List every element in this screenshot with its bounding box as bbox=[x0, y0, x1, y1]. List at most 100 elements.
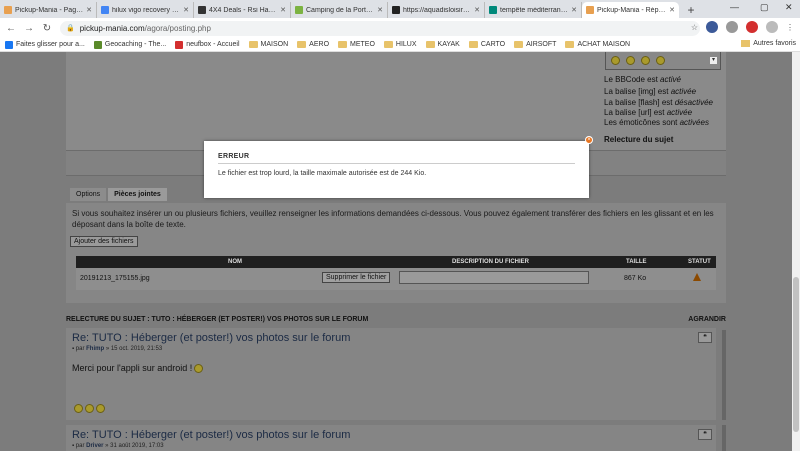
add-files-button[interactable]: Ajouter des fichiers bbox=[70, 236, 138, 247]
scrollbar[interactable] bbox=[792, 52, 800, 451]
flash-status: La balise [flash] est désactivée bbox=[604, 98, 713, 107]
menu-icon[interactable]: ⋮ bbox=[786, 23, 794, 32]
col-size: TAILLE bbox=[626, 259, 647, 265]
url-input[interactable]: 🔒 pickup-mania.com/agora/posting.php bbox=[60, 20, 700, 36]
smiley-icon[interactable] bbox=[611, 56, 620, 65]
browser-tab[interactable]: Pickup-Mania - Page d ✕ bbox=[0, 2, 97, 18]
bookmark-folder[interactable]: METEO bbox=[338, 41, 375, 48]
close-window-icon[interactable]: ✕ bbox=[785, 2, 793, 13]
post-scrollbar[interactable] bbox=[722, 330, 726, 420]
post-author[interactable]: Driver bbox=[86, 443, 103, 449]
close-tab-icon[interactable]: ✕ bbox=[377, 6, 383, 14]
attachments-panel: Si vous souhaitez insérer un ou plusieur… bbox=[66, 203, 726, 303]
dialog-title: ERREUR bbox=[218, 153, 250, 160]
neufbox-icon bbox=[175, 40, 184, 49]
review-topic-link[interactable]: Relecture du sujet bbox=[604, 135, 673, 144]
attachments-intro: Si vous souhaitez insérer un ou plusieur… bbox=[72, 209, 714, 229]
browser-tab[interactable]: https://aquadisloisirs.s ✕ bbox=[388, 2, 485, 18]
forward-icon[interactable]: → bbox=[22, 23, 36, 34]
close-tab-icon[interactable]: ✕ bbox=[474, 6, 480, 14]
extension-icon[interactable] bbox=[706, 21, 718, 33]
file-name: 20191213_175155.jpg bbox=[80, 275, 150, 282]
post-meta: ▪ par Driver » 31 août 2019, 17:03 bbox=[72, 443, 164, 449]
bookmark-folder[interactable]: CARTO bbox=[468, 41, 505, 48]
folder-icon bbox=[741, 40, 751, 47]
bookmark-folder[interactable]: HILUX bbox=[383, 41, 417, 48]
files-table-header: NOM DESCRIPTION DU FICHIER TAILLE STATUT bbox=[76, 256, 716, 268]
post-author[interactable]: Fhimp bbox=[86, 346, 104, 352]
post-title[interactable]: Re: TUTO : Héberger (et poster!) vos pho… bbox=[72, 332, 350, 344]
star-icon[interactable]: ☆ bbox=[691, 23, 698, 32]
smiley-icon[interactable] bbox=[626, 56, 635, 65]
bookmark[interactable]: neufbox - Accueil bbox=[175, 40, 240, 49]
close-tab-icon[interactable]: ✕ bbox=[183, 6, 189, 14]
close-tab-icon[interactable]: ✕ bbox=[669, 6, 675, 14]
scrollbar-thumb[interactable] bbox=[793, 277, 799, 432]
smiley-icon[interactable] bbox=[641, 56, 650, 65]
close-tab-icon[interactable]: ✕ bbox=[86, 6, 92, 14]
other-bookmarks[interactable]: Autres favoris bbox=[741, 40, 796, 47]
file-description-input[interactable] bbox=[399, 271, 589, 284]
extension-icon[interactable] bbox=[726, 21, 738, 33]
smiley-box: ▾ bbox=[605, 52, 721, 70]
close-icon[interactable]: × bbox=[585, 136, 593, 144]
dialog-divider bbox=[218, 163, 575, 164]
emoticons-status: Les émoticônes sont activées bbox=[604, 118, 709, 127]
folder-icon bbox=[425, 41, 435, 48]
smiley-icon bbox=[85, 404, 94, 414]
browser-tab[interactable]: 4X4 Deals - Rsi Hardto ✕ bbox=[194, 2, 291, 18]
smiley-icon bbox=[74, 404, 83, 414]
favicon-icon bbox=[4, 6, 12, 14]
bookmark[interactable]: Geocaching - The... bbox=[93, 40, 166, 49]
maximize-icon[interactable]: ▢ bbox=[760, 2, 769, 13]
bing-icon bbox=[489, 6, 497, 14]
bookmark-folder[interactable]: MAISON bbox=[248, 41, 288, 48]
folder-icon bbox=[565, 41, 575, 48]
back-icon[interactable]: ← bbox=[4, 23, 18, 34]
post-title[interactable]: Re: TUTO : Héberger (et poster!) vos pho… bbox=[72, 429, 350, 441]
avatar[interactable] bbox=[766, 21, 778, 33]
quote-button[interactable]: ❝ bbox=[698, 429, 712, 440]
close-tab-icon[interactable]: ✕ bbox=[280, 6, 286, 14]
bookmark-folder[interactable]: ACHAT MAISON bbox=[565, 41, 630, 48]
folder-icon bbox=[468, 41, 478, 48]
tab-options[interactable]: Options bbox=[70, 188, 107, 201]
bookmark[interactable]: Faites glisser pour a... bbox=[5, 40, 85, 49]
dialog-message: Le fichier est trop lourd, la taille max… bbox=[218, 170, 427, 177]
review-title: RELECTURE DU SUJET : TUTO : HÉBERGER (ET… bbox=[66, 316, 369, 323]
file-size: 867 Ko bbox=[624, 275, 647, 282]
col-name: NOM bbox=[228, 259, 242, 265]
tab-strip: Pickup-Mania - Page d ✕ hilux vigo recove… bbox=[0, 0, 800, 18]
bookmark-folder[interactable]: AERO bbox=[297, 41, 329, 48]
folder-icon bbox=[383, 41, 393, 48]
new-tab-button[interactable]: + bbox=[683, 2, 699, 18]
extension-icon[interactable] bbox=[746, 21, 758, 33]
browser-tab-active[interactable]: Pickup-Mania - Répon ✕ bbox=[582, 2, 679, 18]
browser-tab[interactable]: hilux vigo recovery poi ✕ bbox=[97, 2, 194, 18]
quote-button[interactable]: ❝ bbox=[698, 332, 712, 343]
post: Re: TUTO : Héberger (et poster!) vos pho… bbox=[66, 425, 716, 451]
post-body: Merci pour l'appli sur android ! bbox=[72, 363, 204, 374]
browser-tab[interactable]: tempête méditerranée ✕ bbox=[485, 2, 582, 18]
google-icon bbox=[101, 6, 109, 14]
col-status: STATUT bbox=[688, 259, 711, 265]
address-bar-row: ← → ↻ 🔒 pickup-mania.com/agora/posting.p… bbox=[0, 18, 800, 38]
smiley-icon[interactable] bbox=[656, 56, 665, 65]
bookmark-folder[interactable]: AIRSOFT bbox=[514, 41, 556, 48]
favicon-icon bbox=[586, 6, 594, 14]
url-status: La balise [url] est activée bbox=[604, 108, 693, 117]
close-tab-icon[interactable]: ✕ bbox=[571, 6, 577, 14]
reload-icon[interactable]: ↻ bbox=[40, 23, 54, 34]
bookmark-folder[interactable]: KAYAK bbox=[425, 41, 460, 48]
browser-tab[interactable]: Camping de la Porte d ✕ bbox=[291, 2, 388, 18]
post-scrollbar[interactable] bbox=[722, 425, 726, 451]
minimize-icon[interactable]: — bbox=[730, 2, 739, 12]
folder-icon bbox=[297, 41, 307, 48]
post-emoticons bbox=[72, 404, 105, 414]
review-bar: RELECTURE DU SUJET : TUTO : HÉBERGER (ET… bbox=[66, 316, 726, 323]
delete-file-button[interactable]: Supprimer le fichier bbox=[322, 272, 391, 283]
tab-attachments[interactable]: Pièces jointes bbox=[108, 188, 167, 201]
expand-link[interactable]: AGRANDIR bbox=[688, 316, 726, 323]
chevron-down-icon[interactable]: ▾ bbox=[710, 57, 717, 64]
smiley-icon bbox=[96, 404, 105, 414]
